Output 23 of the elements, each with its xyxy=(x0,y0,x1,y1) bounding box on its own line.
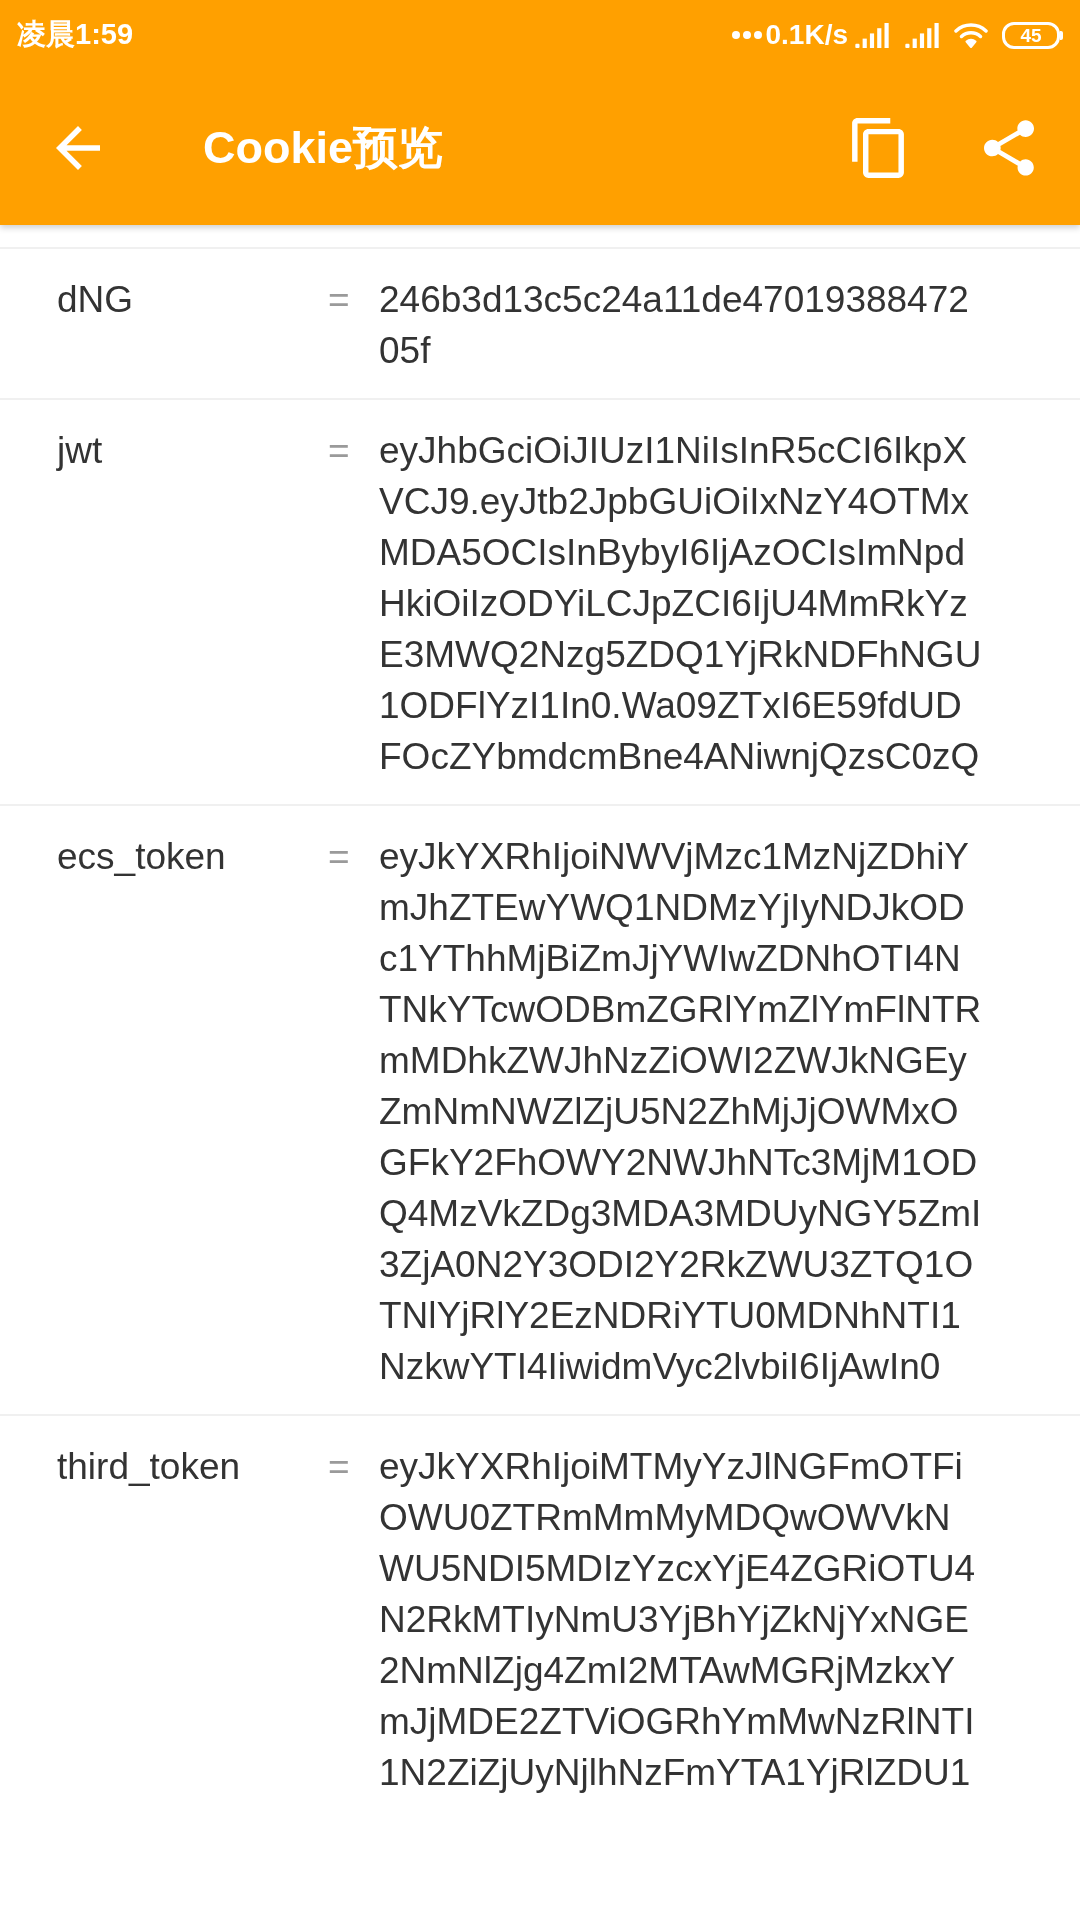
back-arrow-icon xyxy=(56,125,100,170)
battery-indicator: 45 xyxy=(1002,21,1063,49)
cookie-value: 246b3d13c5c24a11de4701938847205f xyxy=(379,278,970,373)
signal-icon xyxy=(904,22,940,48)
share-icon xyxy=(984,119,1034,176)
cookie-value: eyJkYXRhIjoiNWVjMzc1MzNjZDhiYmJhZTEwYWQ1NDMzYjIyNDJkODc1YThhMjBiZmJjYWIwZDNhOTI4NTNkYTcwODBmZGRlYmZlYmFlNTRmMDhkZWJhNzZiOWI2ZWJkNGEyZmNmNWZlZjU5N2ZhMjJjOWMxOGFkY2FhOWY2NWJhNTc3MjM1ODQ4MzVkZDg3MDA3MDUyNGY5ZmI3ZjA0N2Y3ODI2Y2RkZWU3ZTQ1OTNlYjRlY2EzNDRiYTU0MDNhNTI1NzkwYTI4IiwidmVyc2lvbiI6IjAwIn0 xyxy=(379,835,983,1389)
cookie-value: eyJhbGciOiJIUzI1NiIsInR5cCI6IkpXVCJ9.eyJtb2JpbGUiOiIxNzY4OTMxMDA5OCIsInBybyI6IjAzOCIsImNpdHkiOiIzODYiLCJpZCI6IjU4MmRkYzE3MWQ2Nzg5ZDQ1YjRkNDFhNGU1ODFlYzI1In0.Wa09ZTxI6E59fdUDFOcZYbmdcmBne4ANiwnjQzsC0zQ xyxy=(379,429,983,779)
dots-icon xyxy=(731,31,762,39)
wifi-icon xyxy=(954,22,988,48)
equals-sign: = xyxy=(328,836,350,877)
cookie-value: eyJkYXRhIjoiMTMyYzJlNGFmOTFiOWU0ZTRmMmMyMDQwOWVkNWU5NDI5MDIzYzcxYjE4ZGRiOTU4N2RkMTIyNmU3YjBhYjZkNjYxNGE2NmNlZjg4ZmI2MTAwMGRjMzkxYmJjMDE2ZTViOGRhYmMwNzRlNTI1N2ZiZjUyNjlhNzFmYTA1YjRlZDU1 xyxy=(379,1445,977,1795)
equals-sign: = xyxy=(328,430,350,471)
cookie-name: dNG xyxy=(57,279,134,320)
signal-icon xyxy=(854,22,890,48)
cookie-name: jwt xyxy=(57,430,103,471)
page-title: Cookie预览 xyxy=(203,120,444,175)
cookie-name: third_token xyxy=(57,1446,241,1487)
network-speed: 0.1K/s xyxy=(765,18,848,52)
copy-icon xyxy=(852,117,904,178)
equals-sign: = xyxy=(328,279,350,320)
equals-sign: = xyxy=(328,1446,350,1487)
cookie-name: ecs_token xyxy=(57,836,226,877)
status-time: 凌晨1:59 xyxy=(17,17,134,53)
